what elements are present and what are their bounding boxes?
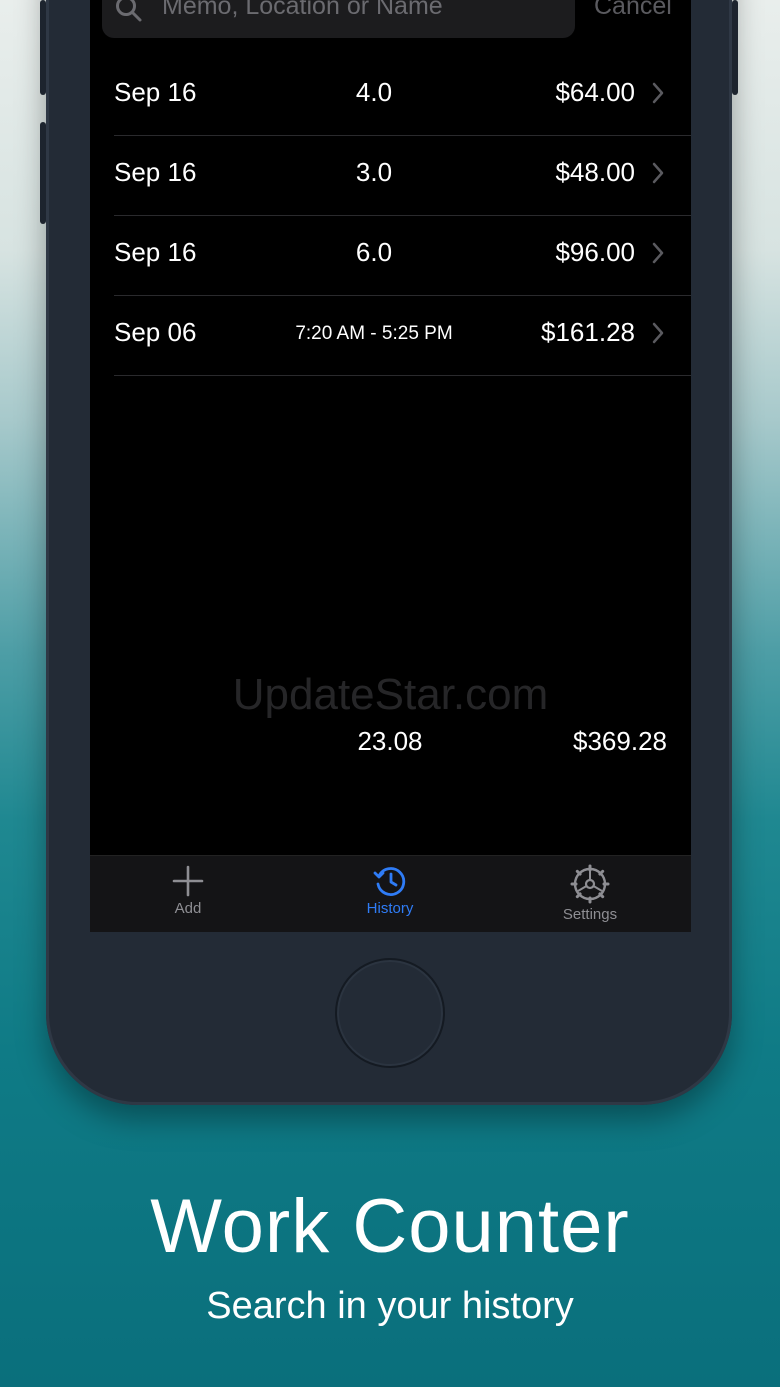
app-screen: Memo, Location or Name Cancel Sep 16 4.0…	[90, 0, 691, 932]
page-title: Work Counter	[150, 1184, 630, 1269]
search-bar: Memo, Location or Name Cancel	[90, 0, 691, 38]
plus-icon	[172, 865, 204, 897]
settings-gear-icon	[570, 864, 610, 904]
tab-settings-label: Settings	[562, 906, 618, 923]
tab-history[interactable]: History	[320, 864, 460, 917]
tab-add[interactable]: Add	[118, 864, 258, 917]
list-item[interactable]: Sep 06 7:20 AM - 5:25 PM $161.28	[114, 295, 691, 376]
list-item[interactable]: Sep 16 3.0 $48.00	[114, 135, 691, 216]
side-button-upper	[40, 0, 46, 95]
history-clock-icon	[373, 867, 406, 896]
power-button	[732, 0, 738, 95]
watermark: UpdateStar.com	[232, 670, 549, 719]
entry-amount: $96.00	[555, 237, 635, 267]
cancel-button[interactable]: Cancel	[594, 0, 672, 21]
chevron-right-icon	[652, 322, 664, 344]
entry-date: Sep 06	[114, 317, 197, 347]
list-item[interactable]: Sep 16 4.0 $64.00	[114, 55, 691, 136]
search-icon	[116, 0, 142, 22]
entry-amount: $48.00	[555, 157, 635, 187]
page-subtitle: Search in your history	[206, 1285, 574, 1327]
entry-date: Sep 16	[114, 237, 197, 267]
entry-date: Sep 16	[114, 77, 197, 107]
entry-hours: 4.0	[355, 77, 393, 107]
entry-amount: $161.28	[541, 317, 635, 347]
entry-hours: 6.0	[355, 237, 393, 267]
search-field[interactable]: Memo, Location or Name	[102, 0, 575, 38]
entry-date: Sep 16	[114, 157, 197, 187]
tab-bar: Add History Settings	[90, 855, 691, 932]
chevron-right-icon	[652, 242, 664, 264]
home-button[interactable]	[335, 958, 445, 1068]
chevron-right-icon	[652, 82, 664, 104]
chevron-right-icon	[652, 162, 664, 184]
side-button-lower	[40, 122, 46, 224]
entry-amount: $64.00	[555, 77, 635, 107]
tab-history-label: History	[366, 900, 414, 917]
entry-hours: 3.0	[355, 157, 393, 187]
search-input[interactable]: Memo, Location or Name	[162, 0, 443, 21]
tab-add-label: Add	[174, 900, 202, 917]
total-hours: 23.08	[357, 726, 423, 756]
entry-time-range: 7:20 AM - 5:25 PM	[295, 323, 453, 344]
tab-settings[interactable]: Settings	[520, 864, 660, 923]
list-item[interactable]: Sep 16 6.0 $96.00	[114, 215, 691, 296]
total-amount: $369.28	[573, 726, 667, 756]
